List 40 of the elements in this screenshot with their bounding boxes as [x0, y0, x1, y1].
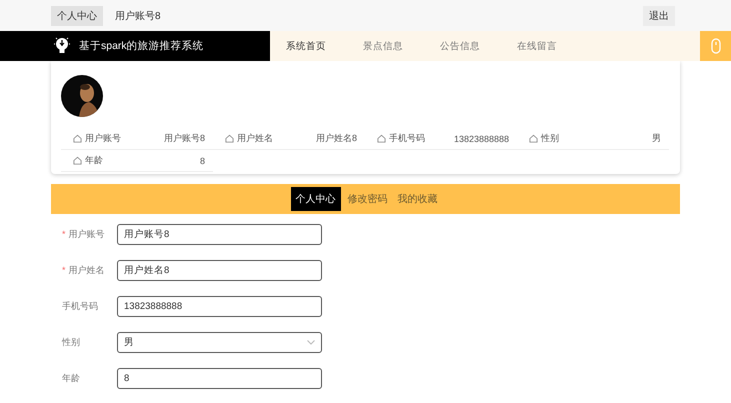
mouse-icon — [710, 38, 720, 54]
home-icon — [225, 134, 234, 143]
home-icon — [73, 134, 82, 143]
field-label: * 用户姓名 — [62, 264, 106, 277]
field-label: 性别 — [62, 336, 81, 349]
tab[interactable]: 个人中心 — [290, 187, 340, 211]
lightbulb-icon — [53, 36, 71, 56]
input-field[interactable]: 用户账号8 — [117, 224, 322, 245]
tab[interactable]: 我的收藏 — [394, 188, 440, 210]
info-value: 用户账号8 — [164, 132, 205, 145]
logout-button[interactable]: 退出 — [643, 6, 675, 26]
info-label: 用户账号 — [73, 132, 121, 145]
input-field[interactable]: 8 — [117, 368, 322, 389]
top-bar-tab[interactable]: 用户账号8 — [109, 6, 167, 26]
info-value: 用户姓名8 — [316, 132, 357, 145]
site-title: 基于spark的旅游推荐系统 — [79, 39, 204, 53]
info-label: 用户姓名 — [225, 132, 273, 145]
select-field[interactable]: 男 — [117, 332, 322, 353]
input-field[interactable]: 用户姓名8 — [117, 260, 322, 281]
chevron-down-icon — [307, 340, 315, 345]
home-icon — [377, 134, 386, 143]
nav-link[interactable]: 系统首页 — [286, 31, 363, 61]
field-label: 手机号码 — [62, 300, 99, 313]
home-icon — [73, 156, 82, 165]
info-label: 年龄 — [73, 154, 103, 167]
field-label: 年龄 — [62, 372, 81, 385]
nav-link[interactable]: 景点信息 — [363, 31, 440, 61]
mouse-button[interactable] — [700, 31, 731, 61]
info-label: 性别 — [529, 132, 559, 145]
info-label: 手机号码 — [377, 132, 425, 145]
tab[interactable]: 修改密码 — [344, 188, 390, 210]
nav-link[interactable]: 公告信息 — [440, 31, 517, 61]
input-field[interactable]: 13823888888 — [117, 296, 322, 317]
field-label: * 用户账号 — [62, 228, 106, 241]
home-icon — [529, 134, 538, 143]
top-bar-tab[interactable]: 个人中心 — [51, 6, 103, 26]
info-value: 8 — [200, 156, 205, 166]
info-value: 男 — [652, 132, 661, 145]
nav-link[interactable]: 在线留言 — [517, 31, 594, 61]
info-value: 13823888888 — [454, 134, 509, 144]
